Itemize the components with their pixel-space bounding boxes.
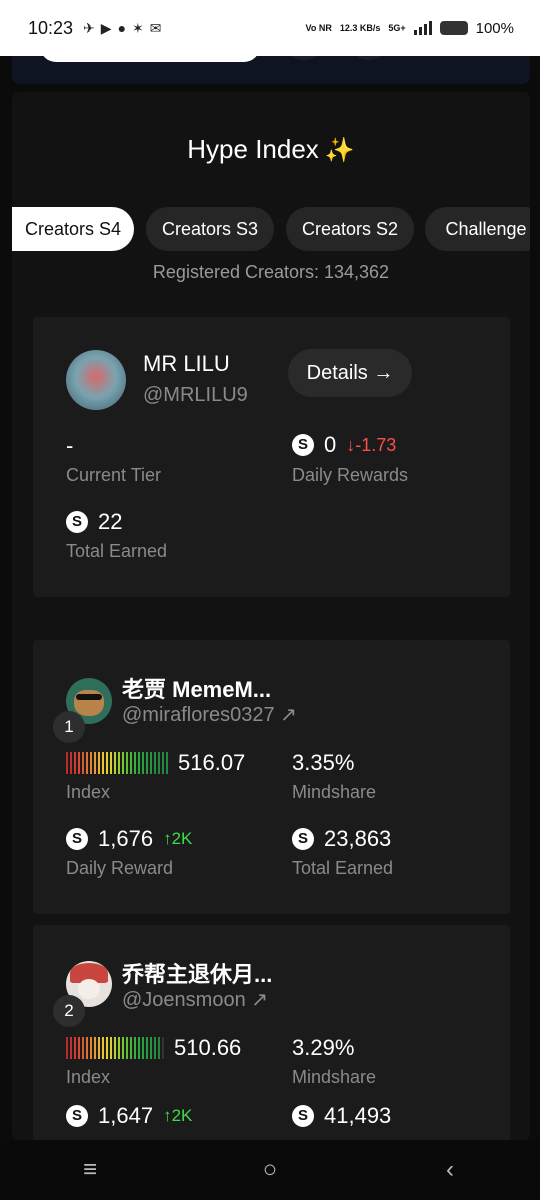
notification-icons: ✈ ▶ ● ✶ ✉ — [83, 20, 161, 37]
index-row: 510.66 — [66, 1035, 241, 1061]
coin-icon: S — [66, 1105, 88, 1127]
tab-challenge[interactable]: Challenge — [425, 207, 530, 251]
sparkle-icon: ✨ — [324, 137, 355, 164]
home-icon[interactable]: ○ — [240, 1156, 300, 1184]
mindshare-value: 3.29% — [292, 1035, 355, 1060]
battery-icon — [439, 21, 468, 35]
total-earned-row: S 23,863 — [292, 826, 391, 852]
index-value: 510.66 — [174, 1035, 242, 1060]
tab-creators-s4[interactable]: Creators S4 — [12, 207, 134, 251]
daily-rewards-row: S 0 ↓-1.73 — [292, 432, 396, 458]
index-label: Index — [66, 1067, 111, 1087]
mindshare-label: Mindshare — [292, 1067, 377, 1087]
coin-icon: S — [66, 828, 88, 850]
profile-name: MR LILU — [143, 351, 230, 376]
star-icon: ✶ — [132, 19, 144, 36]
creator-handle: @miraflores0327 — [122, 704, 275, 726]
total-earned-row: S 41,493 — [292, 1103, 391, 1129]
index-meter — [66, 1037, 164, 1059]
my-profile-card: MR LILU @MRLILU9 Details → - Current Tie… — [33, 317, 510, 597]
header-button-1[interactable] — [282, 56, 326, 60]
daily-reward-row: S 1,676 ↑2K — [66, 826, 192, 852]
mindshare-label: Mindshare — [292, 782, 377, 802]
creator-handle-link[interactable]: @Joensmoon ↗ — [122, 987, 268, 1012]
header-button-2[interactable] — [347, 56, 391, 60]
youtube-icon: ▶ — [100, 19, 112, 36]
daily-reward-row: S 1,647 ↑2K — [66, 1103, 192, 1129]
panel-title-text: Hype Index — [187, 134, 319, 164]
creator-handle-link[interactable]: @miraflores0327 ↗ — [122, 702, 297, 727]
current-tier-label: Current Tier — [66, 465, 162, 485]
arrow-up-right-icon: ↗ — [280, 704, 297, 726]
total-earned-value: 22 — [98, 509, 123, 534]
coin-icon: S — [292, 1105, 314, 1127]
rank-badge: 2 — [53, 995, 85, 1027]
back-icon[interactable]: ‹ — [420, 1156, 480, 1184]
index-row: 516.07 — [66, 750, 245, 776]
daily-rewards-change: ↓-1.73 — [346, 434, 397, 455]
profile-handle: @MRLILU9 — [143, 384, 248, 406]
system-nav-bar: ≡ ○ ‹ — [0, 1140, 540, 1200]
signal-icon — [413, 21, 432, 35]
coin-icon: S — [292, 828, 314, 850]
total-earned-value: 41,493 — [324, 1103, 392, 1128]
creator-handle: @Joensmoon — [122, 989, 246, 1011]
search-pill[interactable] — [40, 56, 260, 62]
tab-creators-s3[interactable]: Creators S3 — [146, 207, 274, 251]
network-gen: 5G+ — [388, 23, 406, 33]
index-value: 516.07 — [178, 750, 246, 775]
daily-reward-value: 1,676 — [98, 826, 154, 851]
panel-title: Hype Index ✨ — [12, 134, 530, 165]
avatar — [66, 350, 126, 410]
current-tier-value: - — [66, 433, 74, 458]
daily-reward-change: ↑2K — [163, 829, 193, 848]
network-label: Vo NR — [305, 23, 332, 33]
bulb-icon: ● — [117, 19, 127, 36]
total-earned-label: Total Earned — [66, 541, 168, 561]
daily-rewards-label: Daily Rewards — [292, 465, 409, 485]
creator-name: 乔帮主退休月... — [122, 962, 273, 987]
status-time: 10:23 — [28, 17, 74, 38]
creator-name: 老贾 MemeM... — [122, 677, 272, 702]
daily-rewards-value: 0 — [324, 432, 337, 457]
coin-icon: S — [66, 511, 88, 533]
total-earned-value: 23,863 — [324, 826, 392, 851]
header-strip — [12, 56, 530, 84]
battery-level: 100% — [475, 19, 514, 37]
daily-reward-change: ↑2K — [163, 1106, 193, 1125]
hype-index-panel: Hype Index ✨ Creators S4 Creators S3 Crea… — [12, 92, 530, 1140]
daily-reward-label: Daily Reward — [66, 858, 174, 878]
leaderboard-row-2[interactable]: 2 乔帮主退休月... @Joensmoon ↗ 510.66 Index 3.… — [33, 925, 510, 1140]
leaderboard-row-1[interactable]: 1 老贾 MemeM... @miraflores0327 ↗ 516.07 I… — [33, 640, 510, 914]
index-label: Index — [66, 782, 111, 802]
speed-label: 12.3 KB/s — [339, 23, 381, 33]
index-meter — [66, 752, 168, 774]
total-earned-label: Total Earned — [292, 858, 394, 878]
registered-creators: Registered Creators: 134,362 — [152, 262, 390, 282]
mindshare-value: 3.35% — [292, 750, 355, 775]
season-tabs: Creators S4 Creators S3 Creators S2 Chal… — [12, 207, 530, 251]
mail-icon: ✉ — [149, 19, 162, 36]
rank-badge: 1 — [53, 711, 85, 743]
tab-creators-s2[interactable]: Creators S2 — [286, 207, 414, 251]
telegram-icon: ✈ — [83, 19, 95, 36]
menu-icon[interactable]: ≡ — [60, 1156, 120, 1184]
coin-icon: S — [292, 434, 314, 456]
daily-reward-value: 1,647 — [98, 1103, 154, 1128]
total-earned-row: S 22 — [66, 509, 122, 535]
details-button[interactable]: Details → — [288, 349, 412, 397]
status-bar: 10:23 ✈ ▶ ● ✶ ✉ Vo NR 12.3 KB/s 5G+ 100% — [0, 0, 540, 56]
arrow-up-right-icon: ↗ — [251, 989, 269, 1011]
